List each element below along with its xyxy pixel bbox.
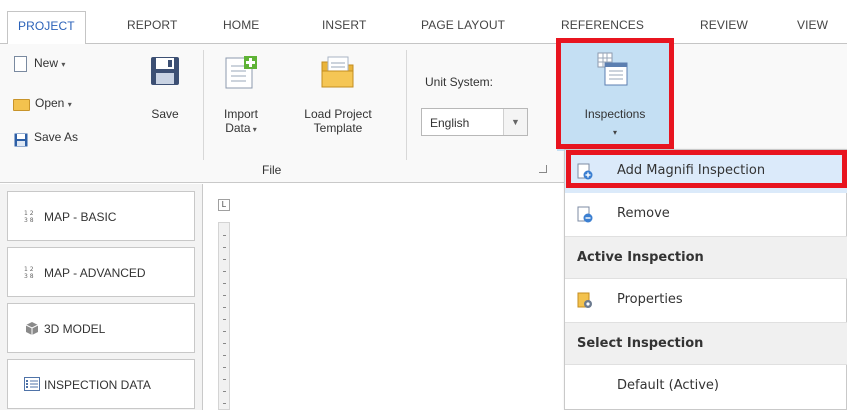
save-disk-icon — [151, 57, 179, 85]
ribbon-tab-bar: PROJECT REPORT HOME INSERT PAGE LAYOUT R… — [0, 0, 847, 45]
menu-item-label: Remove — [617, 206, 670, 221]
svg-text:3 8: 3 8 — [24, 217, 34, 223]
import-data-icon — [225, 56, 257, 89]
nav-map-advanced[interactable]: 1 2 3 8 MAP - ADVANCED — [7, 247, 195, 297]
properties-icon — [577, 292, 592, 308]
menu-header-active-inspection: Active Inspection — [565, 236, 847, 279]
menu-header-select-inspection: Select Inspection — [565, 322, 847, 365]
menu-item-label: Default (Active) — [617, 378, 719, 393]
nav-map-basic[interactable]: 1 2 3 8 MAP - BASIC — [7, 191, 195, 241]
inspections-dropdown-menu: Add Magnifi Inspection Remove Active Ins… — [564, 149, 847, 410]
menu-header-label: Select Inspection — [577, 336, 704, 351]
list-icon — [24, 377, 40, 391]
open-label: Open — [35, 96, 65, 110]
highlight-box — [556, 38, 674, 149]
chevron-down-icon: ▾ — [61, 60, 66, 69]
divider — [406, 50, 407, 160]
tab-home[interactable]: HOME — [223, 18, 259, 32]
tab-view[interactable]: VIEW — [797, 18, 828, 32]
new-label: New — [34, 56, 59, 70]
load-template-button[interactable]: Load Project Template — [288, 107, 388, 135]
save-as-button[interactable]: Save As — [34, 130, 78, 144]
svg-text:1 2: 1 2 — [24, 210, 34, 217]
menu-item-remove[interactable]: Remove — [565, 193, 847, 236]
tab-report[interactable]: REPORT — [127, 18, 177, 32]
svg-text:3 8: 3 8 — [24, 273, 34, 279]
menu-item-label: Properties — [617, 292, 683, 307]
nav-inspection-data[interactable]: INSPECTION DATA — [7, 359, 195, 409]
dialog-launcher-icon[interactable] — [539, 165, 547, 173]
menu-item-properties[interactable]: Properties — [565, 279, 847, 322]
tab-references[interactable]: REFERENCES — [561, 18, 644, 32]
chevron-down-icon[interactable]: ▼ — [503, 109, 527, 135]
save-button[interactable]: Save — [146, 107, 184, 121]
folder-template-icon — [321, 56, 354, 88]
chevron-down-icon: ▾ — [67, 100, 72, 109]
svg-text:1 2: 1 2 — [24, 266, 34, 273]
map-grid-icon: 1 2 3 8 — [24, 210, 34, 223]
left-nav-panel: 1 2 3 8 MAP - BASIC 1 2 3 8 MAP - ADVANC… — [0, 184, 203, 410]
map-grid-icon: 1 2 3 8 — [24, 266, 34, 279]
tab-insert[interactable]: INSERT — [322, 18, 366, 32]
highlight-box — [566, 150, 847, 188]
tab-review[interactable]: REVIEW — [700, 18, 748, 32]
cube-icon — [25, 322, 39, 335]
load-template-label-line2: Template — [313, 121, 363, 135]
unit-system-label: Unit System: — [425, 75, 494, 89]
save-as-icon — [14, 133, 28, 147]
tab-project[interactable]: PROJECT — [7, 11, 86, 45]
open-button[interactable]: Open ▾ — [35, 96, 72, 110]
file-group-label: File — [262, 163, 282, 177]
ruler-tab-selector[interactable]: L — [218, 199, 230, 211]
import-data-button[interactable]: Import Data ▾ — [212, 107, 270, 135]
unit-system-select[interactable]: English ▼ — [421, 108, 528, 136]
divider — [203, 50, 204, 160]
menu-item-default-active[interactable]: Default (Active) — [565, 365, 847, 408]
open-folder-icon — [13, 99, 30, 111]
remove-inspection-icon — [577, 206, 593, 223]
load-template-label-line1: Load Project — [304, 107, 372, 121]
import-label-line2: Data ▾ — [225, 121, 257, 135]
document-area: L — [203, 184, 563, 410]
unit-system-value: English — [430, 116, 470, 130]
nav-3d-model-label: 3D MODEL — [44, 322, 106, 336]
nav-map-advanced-label: MAP - ADVANCED — [44, 266, 146, 280]
new-document-icon — [14, 56, 27, 72]
vertical-ruler — [218, 222, 230, 410]
chevron-down-icon: ▾ — [250, 125, 257, 134]
menu-header-label: Active Inspection — [577, 250, 704, 265]
tab-page-layout[interactable]: PAGE LAYOUT — [421, 18, 505, 32]
nav-3d-model[interactable]: 3D MODEL — [7, 303, 195, 353]
new-button[interactable]: New ▾ — [34, 56, 65, 70]
nav-map-basic-label: MAP - BASIC — [44, 210, 117, 224]
import-label-line1: Import — [223, 107, 258, 121]
nav-inspection-data-label: INSPECTION DATA — [44, 378, 151, 392]
